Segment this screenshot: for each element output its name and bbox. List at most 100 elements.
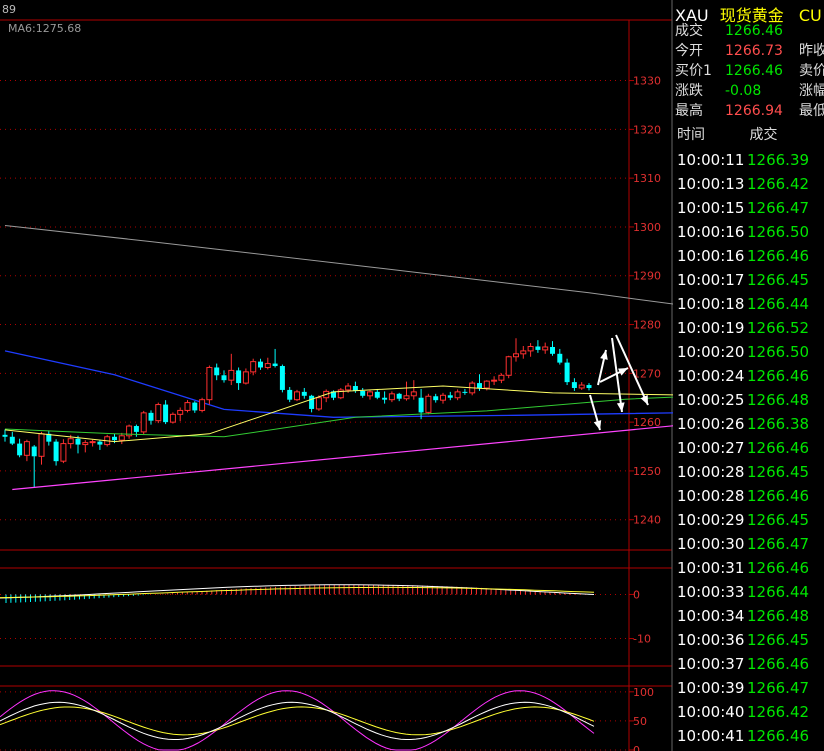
candle-body xyxy=(505,356,512,376)
quote-label: 涨跌 xyxy=(675,83,703,99)
trade-price: 1266.46 xyxy=(747,247,810,265)
trade-row[interactable]: 10:00:30 1266.47 xyxy=(677,534,809,558)
candle xyxy=(242,368,249,385)
trade-row[interactable]: 10:00:27 1266.46 xyxy=(677,438,809,462)
trade-price: 1266.44 xyxy=(747,583,810,601)
quote-row: 涨跌 -0.08 涨幅 xyxy=(675,82,824,101)
candle-body xyxy=(418,397,424,413)
trade-row[interactable]: 10:00:11 1266.39 xyxy=(677,150,809,174)
quote-row: 今开 1266.73 昨收 xyxy=(675,42,824,61)
trade-time: 10:00:29 xyxy=(677,511,745,529)
trade-price: 1266.46 xyxy=(747,655,810,673)
trade-row[interactable]: 10:00:28 1266.45 xyxy=(677,462,809,486)
trade-row[interactable]: 10:00:18 1266.44 xyxy=(677,294,809,318)
candle xyxy=(550,341,555,356)
candle xyxy=(498,373,505,384)
candle-body xyxy=(9,436,15,444)
candle xyxy=(23,439,30,462)
trade-list[interactable]: 10:00:11 1266.39 10:00:13 1266.42 10:00:15 12… xyxy=(677,150,809,750)
candle-body xyxy=(31,446,37,457)
trade-time: 10:00:28 xyxy=(677,487,745,505)
candle-body xyxy=(82,442,89,446)
trade-row[interactable]: 10:00:37 1266.46 xyxy=(677,654,809,678)
candle xyxy=(31,445,37,489)
trade-row[interactable]: 10:00:16 1266.50 xyxy=(677,222,809,246)
candle-body xyxy=(498,374,505,381)
candle xyxy=(447,391,453,401)
candle xyxy=(118,432,125,445)
trade-price: 1266.46 xyxy=(747,487,810,505)
candle-body xyxy=(272,363,278,367)
price-axis-tick-label: 1240 xyxy=(633,514,661,527)
quote-label: 成交 xyxy=(675,23,703,39)
candle-body xyxy=(425,395,432,413)
price-axis-tick-label: 1310 xyxy=(633,172,661,185)
trade-price: 1266.46 xyxy=(747,439,810,457)
candle-body xyxy=(315,397,322,410)
trade-row[interactable]: 10:00:17 1266.45 xyxy=(677,270,809,294)
candle xyxy=(272,348,278,368)
trade-time: 10:00:30 xyxy=(677,535,745,553)
candle xyxy=(571,378,577,391)
trade-row[interactable]: 10:00:36 1266.45 xyxy=(677,630,809,654)
trade-row[interactable]: 10:00:15 1266.47 xyxy=(677,198,809,222)
candle xyxy=(97,439,103,450)
candle-body xyxy=(403,395,410,400)
candle-body xyxy=(228,369,235,381)
candle xyxy=(82,440,89,453)
candle xyxy=(454,389,461,401)
trade-time: 10:00:36 xyxy=(677,631,745,649)
candle-body xyxy=(491,379,498,382)
trade-row[interactable]: 10:00:13 1266.42 xyxy=(677,174,809,198)
quote-label: 今开 xyxy=(675,43,703,59)
trade-row[interactable]: 10:00:31 1266.46 xyxy=(677,558,809,582)
trade-row[interactable]: 10:00:39 1266.47 xyxy=(677,678,809,702)
candle xyxy=(337,387,344,400)
trade-time: 10:00:34 xyxy=(677,607,745,625)
price-axis-tick-label: 1330 xyxy=(633,75,661,88)
candle-body xyxy=(23,441,30,456)
trade-row[interactable]: 10:00:41 1266.46 xyxy=(677,726,809,750)
quote-value: 1266.73 xyxy=(725,43,783,59)
candle xyxy=(382,391,388,404)
trade-time: 10:00:37 xyxy=(677,655,745,673)
quote-extra-label: 涨幅 xyxy=(799,83,824,99)
candle xyxy=(287,386,293,403)
trade-row[interactable]: 10:00:19 1266.52 xyxy=(677,318,809,342)
candle-body xyxy=(388,393,395,401)
candle-body xyxy=(513,353,519,358)
quote-label: 买价1 xyxy=(675,63,712,79)
trade-row[interactable]: 10:00:24 1266.46 xyxy=(677,366,809,390)
macd-dea-line xyxy=(0,586,595,599)
candle-body xyxy=(250,361,257,373)
trade-row[interactable]: 10:00:40 1266.42 xyxy=(677,702,809,726)
kdj-axis-tick-label: 100 xyxy=(633,686,654,699)
price-axis-tick-label: 1270 xyxy=(633,367,661,380)
kline-chart[interactable]: 89 MA6:1275.68 1330 1320 1310 1300 1290 1280 127… xyxy=(0,0,673,751)
price-axis-tick-label: 1280 xyxy=(633,319,661,332)
trade-row[interactable]: 10:00:28 1266.46 xyxy=(677,486,809,510)
trade-row[interactable]: 10:00:26 1266.38 xyxy=(677,414,809,438)
candle-body xyxy=(564,362,570,383)
quote-row: 成交 1266.46 xyxy=(675,22,799,41)
candle xyxy=(75,435,81,454)
candle xyxy=(89,439,96,447)
trade-price: 1266.46 xyxy=(747,367,810,385)
candle-body xyxy=(396,393,402,399)
candle-body xyxy=(2,434,8,437)
candle-body xyxy=(67,438,74,445)
candle-body xyxy=(557,353,563,363)
trade-price: 1266.52 xyxy=(747,319,810,337)
candle-body xyxy=(163,404,169,423)
trade-row[interactable]: 10:00:34 1266.48 xyxy=(677,606,809,630)
trade-price: 1266.42 xyxy=(747,175,810,193)
trade-row[interactable]: 10:00:16 1266.46 xyxy=(677,246,809,270)
trade-row[interactable]: 10:00:33 1266.44 xyxy=(677,582,809,606)
trade-row[interactable]: 10:00:29 1266.45 xyxy=(677,510,809,534)
trade-row[interactable]: 10:00:25 1266.48 xyxy=(677,390,809,414)
candle-body xyxy=(258,361,263,368)
candle-body xyxy=(301,391,307,396)
candle xyxy=(505,355,512,379)
trade-row[interactable]: 10:00:20 1266.50 xyxy=(677,342,809,366)
candle xyxy=(440,392,446,404)
